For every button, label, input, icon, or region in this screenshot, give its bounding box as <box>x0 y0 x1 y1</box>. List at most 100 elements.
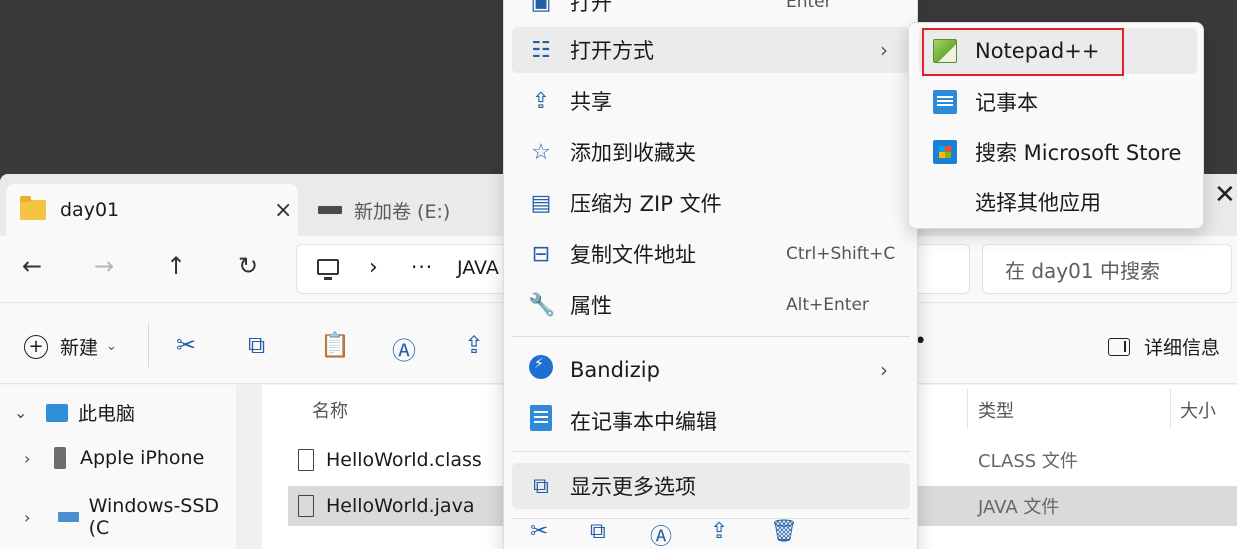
tab-new-volume[interactable]: 新加卷 (E:) <box>318 184 450 236</box>
column-divider[interactable] <box>967 389 968 429</box>
context-menu: ▣ 打开 Enter ☷ 打开方式 › ⇪ 共享 ☆ 添加到收藏夹 ▤ 压缩为 … <box>503 0 918 549</box>
forward-arrow-icon[interactable]: → <box>94 252 114 280</box>
menu-item-label: 共享 <box>570 90 612 114</box>
microsoft-store-icon <box>933 140 957 164</box>
star-icon: ☆ <box>531 139 551 165</box>
menu-item-share[interactable]: ⇪ 共享 <box>512 78 910 124</box>
column-divider[interactable] <box>1170 389 1171 429</box>
details-pane-icon <box>1108 337 1130 356</box>
submenu-item-search-store[interactable]: 搜索 Microsoft Store <box>919 129 1197 175</box>
submenu-item-label: 搜索 Microsoft Store <box>975 141 1182 165</box>
back-arrow-icon[interactable]: ← <box>22 252 42 280</box>
window-close-icon[interactable]: ✕ <box>1214 180 1236 210</box>
submenu-item-choose-other-app[interactable]: 选择其他应用 <box>919 179 1197 225</box>
tab-label: day01 <box>60 199 120 221</box>
menu-item-label: 显示更多选项 <box>570 475 696 499</box>
menu-item-shortcut: Enter <box>786 0 832 12</box>
tab-label: 新加卷 (E:) <box>354 200 451 223</box>
menu-item-label: 打开方式 <box>570 39 654 63</box>
share-icon: ⇪ <box>531 88 551 114</box>
menu-item-shortcut: Alt+Enter <box>786 295 869 315</box>
share-icon[interactable]: ⇪ <box>710 519 728 544</box>
folder-icon <box>20 196 46 220</box>
tab-day01[interactable]: day01 × <box>6 184 298 236</box>
menu-item-properties[interactable]: 🔧 属性 Alt+Enter <box>512 282 910 328</box>
pc-icon <box>46 403 68 422</box>
copy-icon[interactable]: ⧉ <box>248 331 265 359</box>
breadcrumb-overflow[interactable]: ··· <box>411 255 433 279</box>
rename-icon[interactable]: Ⓐ <box>650 519 672 549</box>
up-arrow-icon[interactable]: ↑ <box>166 252 186 280</box>
chevron-right-icon[interactable]: › <box>24 508 30 527</box>
copy-path-icon: ⊟ <box>531 241 551 267</box>
menu-item-label: 打开 <box>570 0 612 15</box>
details-pane-button[interactable]: 详细信息 <box>1108 333 1220 360</box>
chevron-right-icon[interactable]: › <box>369 255 378 280</box>
notepad-icon <box>528 405 554 437</box>
delete-icon[interactable]: 🗑 <box>770 519 798 544</box>
search-input[interactable]: 在 day01 中搜索 <box>982 244 1232 294</box>
cut-icon[interactable]: ✂ <box>176 331 196 359</box>
phone-icon <box>54 447 66 469</box>
menu-item-compress-zip[interactable]: ▤ 压缩为 ZIP 文件 <box>512 180 910 226</box>
menu-item-shortcut: Ctrl+Shift+C <box>786 244 896 264</box>
file-icon <box>298 495 314 517</box>
sidebar-item-apple-iphone[interactable]: › Apple iPhone <box>24 447 204 469</box>
menu-item-show-more-options[interactable]: ⧉ 显示更多选项 <box>512 463 910 509</box>
sidebar-item-windows-ssd[interactable]: › Windows-SSD (C <box>24 495 236 539</box>
column-header-type[interactable]: 类型 <box>978 397 1014 423</box>
file-icon <box>298 449 314 471</box>
submenu-item-label: 选择其他应用 <box>975 191 1101 215</box>
tab-close-icon[interactable]: × <box>274 184 292 236</box>
menu-item-label: 压缩为 ZIP 文件 <box>570 192 722 216</box>
menu-separator <box>512 336 910 337</box>
new-button[interactable]: + 新建 ⌄ <box>24 333 117 360</box>
sidebar-item-label: Windows-SSD (C <box>88 495 220 539</box>
computer-icon <box>317 259 339 280</box>
menu-item-add-favorites[interactable]: ☆ 添加到收藏夹 <box>512 129 910 175</box>
file-name: HelloWorld.java <box>326 495 475 517</box>
menu-item-label: Bandizip <box>570 358 660 382</box>
chevron-right-icon[interactable]: › <box>24 449 30 468</box>
refresh-icon[interactable]: ↻ <box>238 252 258 280</box>
menu-item-bandizip[interactable]: Bandizip › <box>512 347 910 393</box>
paste-icon[interactable]: 📋 <box>320 331 350 359</box>
details-label: 详细信息 <box>1144 337 1221 359</box>
file-type: JAVA 文件 <box>978 497 1060 518</box>
sidebar-item-label: 此电脑 <box>78 403 136 425</box>
menu-item-label: 添加到收藏夹 <box>570 141 696 165</box>
annotation-highlight-box <box>922 28 1124 76</box>
drive-icon <box>58 512 79 522</box>
divider <box>148 323 149 367</box>
chevron-down-icon[interactable]: ⌄ <box>14 403 27 422</box>
menu-item-edit-in-notepad[interactable]: 在记事本中编辑 <box>512 398 910 444</box>
bandizip-icon <box>528 355 554 385</box>
cut-icon[interactable]: ✂ <box>530 519 548 544</box>
column-header-name[interactable]: 名称 <box>312 397 348 423</box>
submenu-item-notepad[interactable]: 记事本 <box>919 79 1197 125</box>
sidebar-item-this-pc[interactable]: ⌄ 此电脑 <box>14 399 135 426</box>
open-icon: ▣ <box>530 0 552 15</box>
menu-item-label: 在记事本中编辑 <box>570 410 717 434</box>
menu-item-open[interactable]: ▣ 打开 Enter <box>512 0 910 25</box>
sidebar-scrollbar[interactable] <box>236 385 262 549</box>
chevron-right-icon: › <box>880 38 888 62</box>
file-type: CLASS 文件 <box>978 451 1078 472</box>
menu-item-label: 属性 <box>570 294 612 318</box>
menu-separator <box>512 451 910 452</box>
copy-icon[interactable]: ⧉ <box>590 519 606 544</box>
open-with-icon: ☷ <box>531 37 551 63</box>
menu-item-label: 复制文件地址 <box>570 243 696 267</box>
more-options-icon: ⧉ <box>533 473 549 499</box>
menu-item-copy-path[interactable]: ⊟ 复制文件地址 Ctrl+Shift+C <box>512 231 910 277</box>
chevron-right-icon: › <box>880 358 888 382</box>
new-label: 新建 <box>60 337 99 359</box>
rename-icon[interactable]: Ⓐ <box>392 331 416 366</box>
chevron-down-icon: ⌄ <box>106 339 117 354</box>
drive-icon <box>318 206 342 214</box>
breadcrumb-segment[interactable]: JAVA <box>457 257 499 279</box>
menu-item-open-with[interactable]: ☷ 打开方式 › <box>512 27 910 73</box>
share-icon[interactable]: ⇪ <box>464 331 484 359</box>
column-header-size[interactable]: 大小 <box>1180 397 1216 423</box>
zip-icon: ▤ <box>530 190 552 216</box>
